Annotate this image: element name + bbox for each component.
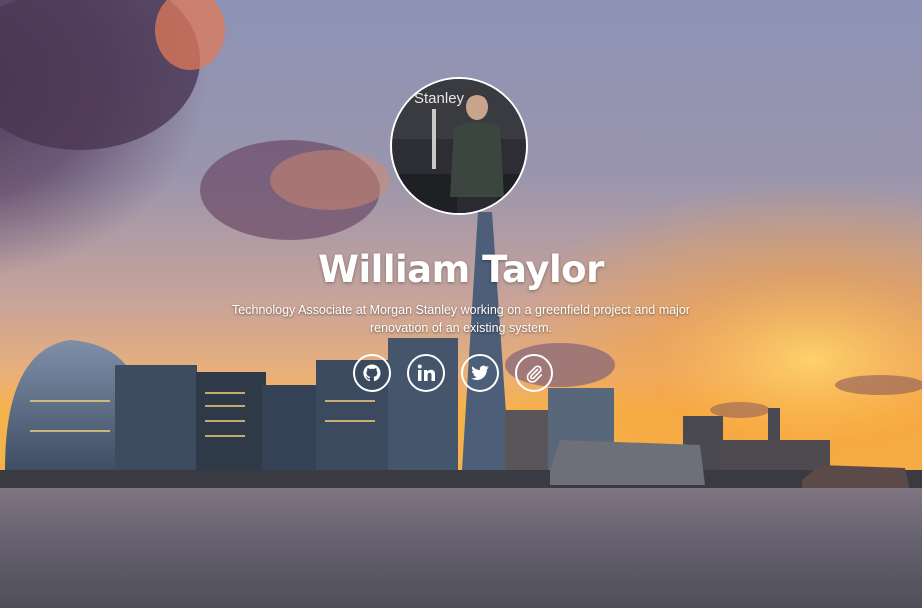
- twitter-link[interactable]: [461, 354, 499, 392]
- github-icon: [363, 364, 381, 382]
- paperclip-icon: [526, 365, 543, 383]
- social-links: [353, 354, 553, 392]
- profile-tagline: Technology Associate at Morgan Stanley w…: [232, 303, 690, 335]
- resume-link[interactable]: [515, 354, 553, 392]
- profile-photo: Stanley: [390, 77, 528, 215]
- twitter-icon: [471, 365, 489, 381]
- profile-name: William Taylor: [318, 248, 604, 291]
- linkedin-link[interactable]: [407, 354, 445, 392]
- hero-section: Stanley William Taylor Technology Associ…: [0, 0, 922, 608]
- sign-text: Stanley: [414, 90, 465, 107]
- profile-container: Stanley William Taylor Technology Associ…: [0, 0, 922, 608]
- github-link[interactable]: [353, 354, 391, 392]
- linkedin-icon: [417, 364, 435, 381]
